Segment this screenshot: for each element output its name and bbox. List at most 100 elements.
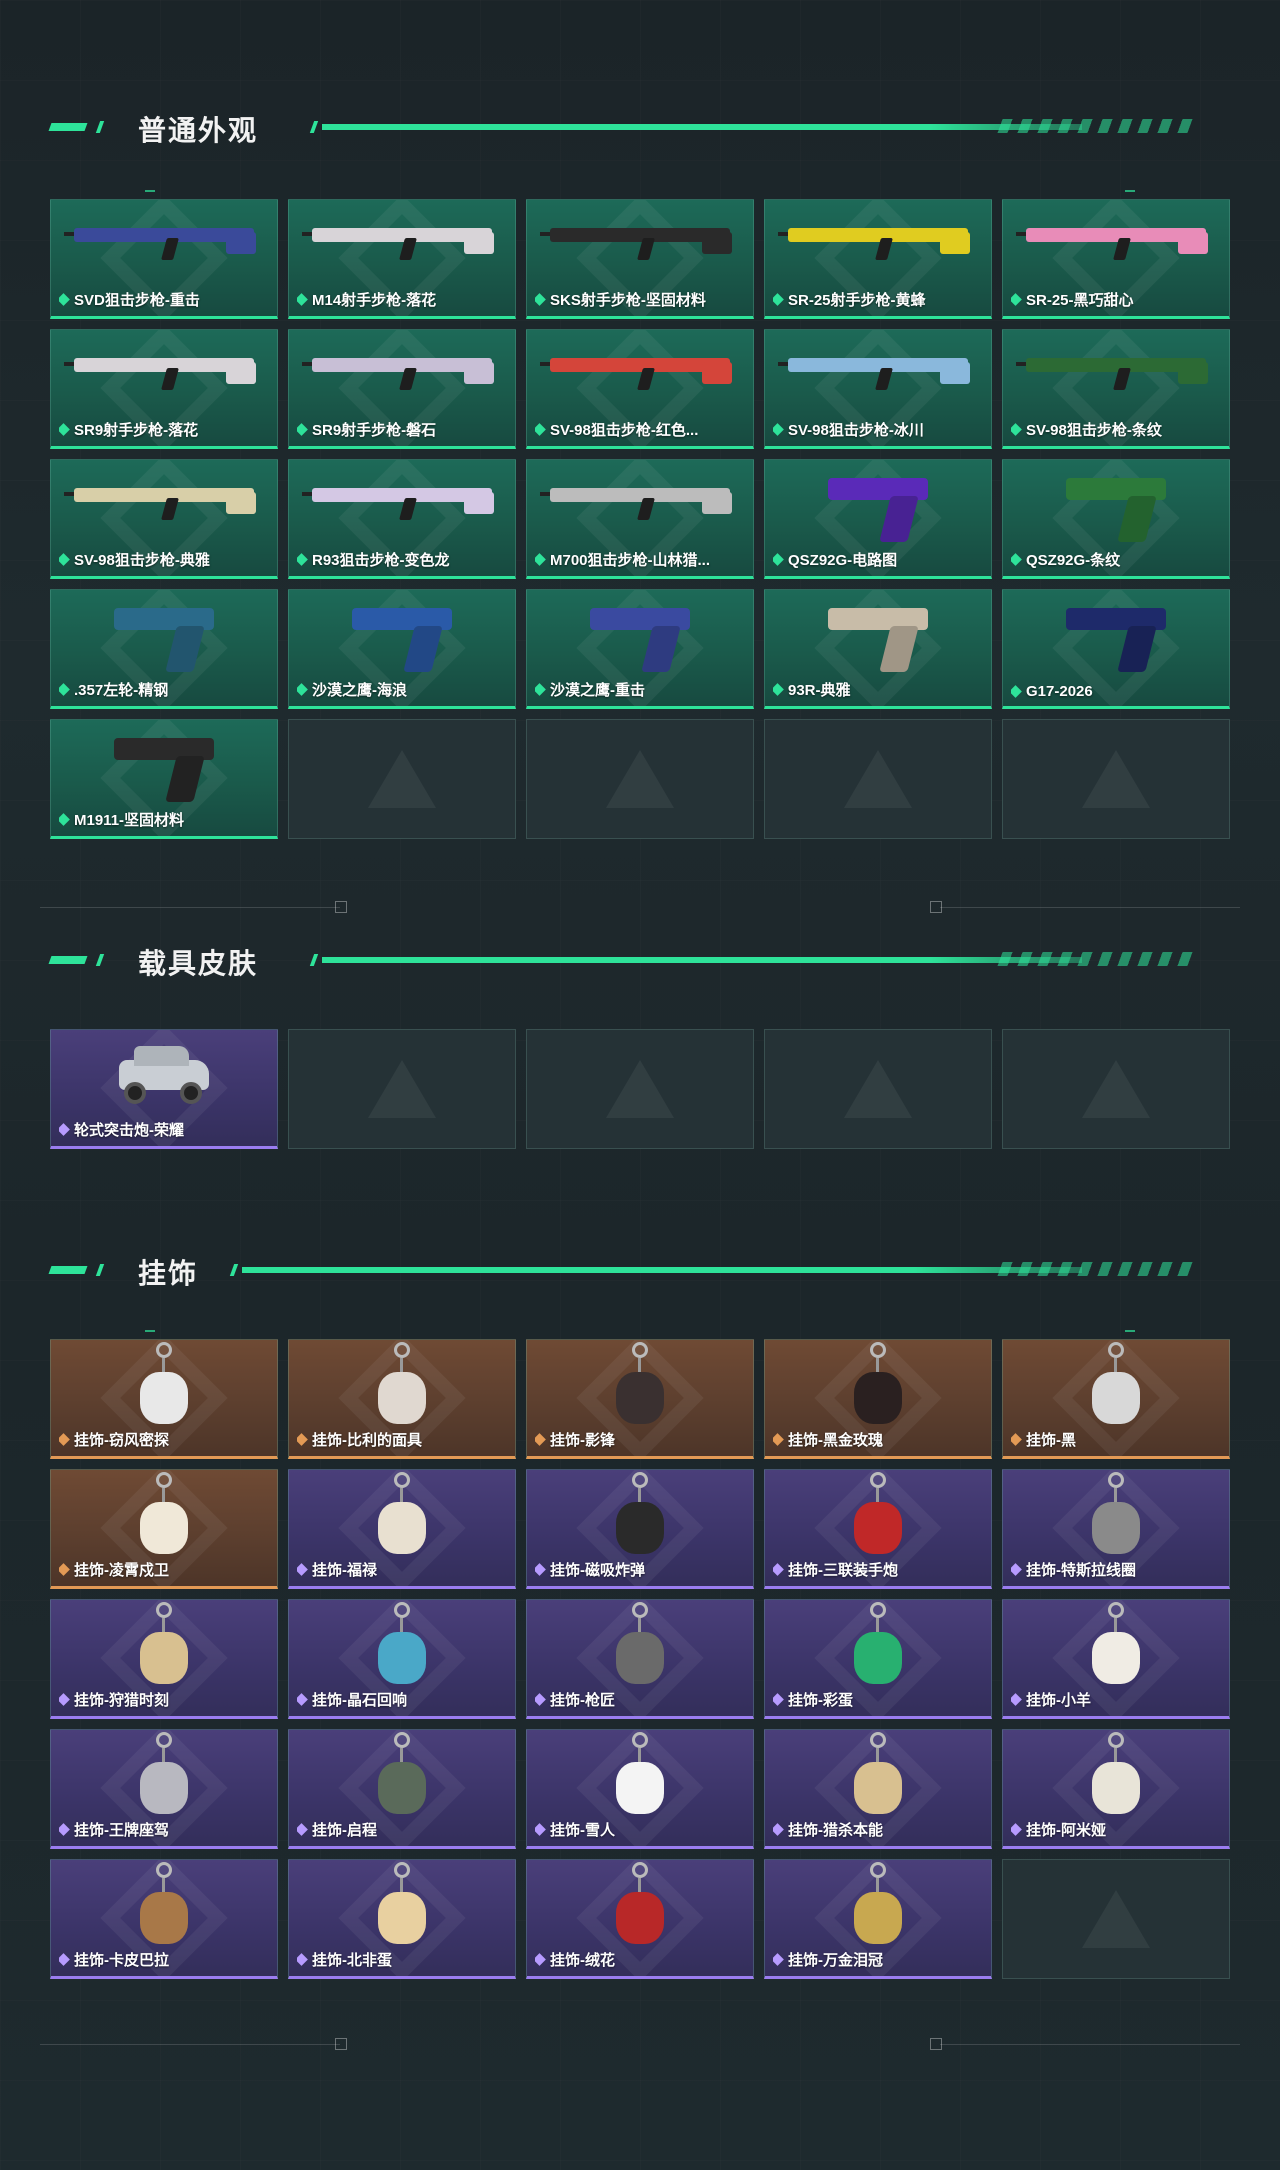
- header-accent-tick: [48, 123, 88, 131]
- weapon-skin-card[interactable]: R93狙击步枪-变色龙: [288, 459, 516, 579]
- item-name: SKS射手步枪-坚固材料: [550, 292, 706, 309]
- rifle-silhouette: [302, 208, 502, 268]
- header-checker-pattern: [997, 119, 1193, 133]
- header-bar-separator: [229, 1264, 239, 1276]
- item-name: SV-98狙击步枪-冰川: [788, 422, 924, 439]
- charm-card[interactable]: 挂饰-万金泪冠: [764, 1859, 992, 1979]
- diamond-rarity-icon: [1011, 1433, 1022, 1446]
- weapon-skin-card[interactable]: M1911-坚固材料: [50, 719, 278, 839]
- pistol-silhouette: [347, 598, 457, 678]
- weapon-skin-card[interactable]: 93R-典雅: [764, 589, 992, 709]
- charm-card[interactable]: 挂饰-小羊: [1002, 1599, 1230, 1719]
- weapon-skin-card[interactable]: QSZ92G-条纹: [1002, 459, 1230, 579]
- charm-image: [1076, 1472, 1156, 1562]
- weapon-skin-card[interactable]: 沙漠之鹰-海浪: [288, 589, 516, 709]
- header-accent-bar: [322, 957, 1082, 963]
- item-label-row: 挂饰-枪匠: [535, 1689, 747, 1710]
- weapon-skin-card[interactable]: G17-2026: [1002, 589, 1230, 709]
- charm-card[interactable]: 挂饰-黑金玫瑰: [764, 1339, 992, 1459]
- rifle-stock: [464, 232, 494, 254]
- charm-pendant: [854, 1372, 902, 1424]
- empty-slot: [764, 1029, 992, 1149]
- pistol-silhouette: [823, 598, 933, 678]
- header-accent-tick: [95, 954, 105, 966]
- charm-pendant: [140, 1632, 188, 1684]
- weapon-skin-card[interactable]: SR9射手步枪-磐石: [288, 329, 516, 449]
- charm-card[interactable]: 挂饰-枪匠: [526, 1599, 754, 1719]
- weapon-skin-card[interactable]: SV-98狙击步枪-冰川: [764, 329, 992, 449]
- charm-silhouette: [600, 1602, 680, 1692]
- charm-ring: [632, 1602, 648, 1618]
- charm-image: [838, 1472, 918, 1562]
- item-label-row: SR9射手步枪-落花: [59, 419, 271, 440]
- header-accent-bar: [322, 124, 1082, 130]
- charm-chain: [162, 1358, 165, 1372]
- empty-slot: [526, 719, 754, 839]
- vehicle-silhouette: [114, 1038, 214, 1108]
- item-name: 挂饰-卡皮巴拉: [74, 1952, 169, 1969]
- weapon-skin-card[interactable]: SV-98狙击步枪-典雅: [50, 459, 278, 579]
- logo-watermark-icon: [368, 750, 436, 808]
- charm-card[interactable]: 挂饰-卡皮巴拉: [50, 1859, 278, 1979]
- charm-card[interactable]: 挂饰-福禄: [288, 1469, 516, 1589]
- charm-card[interactable]: 挂饰-雪人: [526, 1729, 754, 1849]
- charm-card[interactable]: 挂饰-狩猎时刻: [50, 1599, 278, 1719]
- charm-card[interactable]: 挂饰-晶石回响: [288, 1599, 516, 1719]
- item-name: 挂饰-影锋: [550, 1432, 615, 1449]
- charm-card[interactable]: 挂饰-北非蛋: [288, 1859, 516, 1979]
- rifle-image: [778, 338, 978, 398]
- charm-card[interactable]: 挂饰-绒花: [526, 1859, 754, 1979]
- charm-ring: [1108, 1602, 1124, 1618]
- weapon-skin-card[interactable]: M700狙击步枪-山林猎...: [526, 459, 754, 579]
- charm-card[interactable]: 挂饰-黑: [1002, 1339, 1230, 1459]
- charm-chain: [876, 1488, 879, 1502]
- weapon-skin-card[interactable]: SR-25射手步枪-黄蜂: [764, 199, 992, 319]
- charm-card[interactable]: 挂饰-阿米娅: [1002, 1729, 1230, 1849]
- item-label-row: 挂饰-窃风密探: [59, 1429, 271, 1450]
- charm-card[interactable]: 挂饰-凌霄戍卫: [50, 1469, 278, 1589]
- diamond-rarity-icon: [535, 683, 546, 696]
- charm-image: [1076, 1602, 1156, 1692]
- charm-card[interactable]: 挂饰-启程: [288, 1729, 516, 1849]
- charm-card[interactable]: 挂饰-三联装手炮: [764, 1469, 992, 1589]
- charm-silhouette: [838, 1862, 918, 1952]
- diamond-rarity-icon: [773, 1433, 784, 1446]
- weapons-grid: SVD狙击步枪-重击 M14射手步枪-落花 SKS射手步枪-坚固材料 SR-25射手步…: [50, 199, 1230, 839]
- charm-card[interactable]: 挂饰-磁吸炸弹: [526, 1469, 754, 1589]
- charm-ring: [394, 1342, 410, 1358]
- item-name: 挂饰-狩猎时刻: [74, 1692, 169, 1709]
- item-label-row: 挂饰-凌霄戍卫: [59, 1559, 271, 1580]
- charm-card[interactable]: 挂饰-彩蛋: [764, 1599, 992, 1719]
- vehicle-wheel: [180, 1082, 202, 1104]
- diamond-rarity-icon: [297, 1823, 308, 1836]
- pistol-silhouette: [1061, 598, 1171, 678]
- weapon-skin-card[interactable]: QSZ92G-电路图: [764, 459, 992, 579]
- charm-card[interactable]: 挂饰-窃风密探: [50, 1339, 278, 1459]
- diamond-rarity-icon: [59, 1563, 70, 1576]
- vehicle-skin-card[interactable]: 轮式突击炮-荣耀: [50, 1029, 278, 1149]
- charm-card[interactable]: 挂饰-猎杀本能: [764, 1729, 992, 1849]
- weapon-skin-card[interactable]: SKS射手步枪-坚固材料: [526, 199, 754, 319]
- weapon-skin-card[interactable]: 沙漠之鹰-重击: [526, 589, 754, 709]
- weapon-skin-card[interactable]: SVD狙击步枪-重击: [50, 199, 278, 319]
- weapon-skin-card[interactable]: .357左轮-精钢: [50, 589, 278, 709]
- weapon-skin-card[interactable]: M14射手步枪-落花: [288, 199, 516, 319]
- item-name: SR9射手步枪-落花: [74, 422, 199, 439]
- item-name: SV-98狙击步枪-典雅: [74, 552, 210, 569]
- empty-slot: [1002, 1029, 1230, 1149]
- charm-card[interactable]: 挂饰-王牌座驾: [50, 1729, 278, 1849]
- weapon-skin-card[interactable]: SV-98狙击步枪-红色...: [526, 329, 754, 449]
- charm-card[interactable]: 挂饰-特斯拉线圈: [1002, 1469, 1230, 1589]
- rifle-silhouette: [1016, 208, 1216, 268]
- diamond-rarity-icon: [535, 1953, 546, 1966]
- item-label-row: QSZ92G-电路图: [773, 549, 985, 570]
- weapon-skin-card[interactable]: SR9射手步枪-落花: [50, 329, 278, 449]
- pistol-image: [823, 598, 933, 678]
- charm-card[interactable]: 挂饰-比利的面具: [288, 1339, 516, 1459]
- weapon-skin-card[interactable]: SR-25-黑巧甜心: [1002, 199, 1230, 319]
- item-label-row: SV-98狙击步枪-冰川: [773, 419, 985, 440]
- diamond-rarity-icon: [773, 683, 784, 696]
- weapon-skin-card[interactable]: SV-98狙击步枪-条纹: [1002, 329, 1230, 449]
- corner-tick: [145, 1330, 155, 1332]
- charm-card[interactable]: 挂饰-影锋: [526, 1339, 754, 1459]
